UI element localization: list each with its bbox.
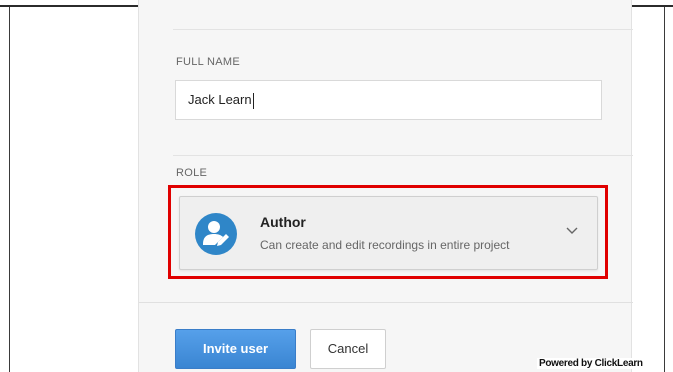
section-divider: [173, 29, 633, 30]
chevron-down-icon: [566, 227, 578, 234]
footer-divider: [139, 302, 633, 303]
left-border: [9, 7, 10, 372]
section-divider: [173, 155, 633, 156]
full-name-input[interactable]: Jack Learn: [175, 80, 602, 120]
role-description: Can create and edit recordings in entire…: [260, 238, 510, 252]
role-dropdown[interactable]: Author Can create and edit recordings in…: [179, 196, 598, 270]
full-name-value: Jack Learn: [188, 92, 252, 107]
screen-frame: FULL NAME Jack Learn ROLE Author Can cre…: [0, 0, 673, 372]
user-edit-icon: [195, 213, 237, 255]
cancel-button[interactable]: Cancel: [310, 329, 386, 369]
powered-by-watermark: Powered by ClickLearn: [537, 358, 645, 369]
role-label: ROLE: [176, 167, 208, 179]
right-border: [664, 7, 665, 372]
full-name-label: FULL NAME: [176, 56, 241, 68]
role-title: Author: [260, 214, 306, 230]
text-cursor: [252, 92, 254, 109]
invite-user-button[interactable]: Invite user: [175, 329, 296, 369]
